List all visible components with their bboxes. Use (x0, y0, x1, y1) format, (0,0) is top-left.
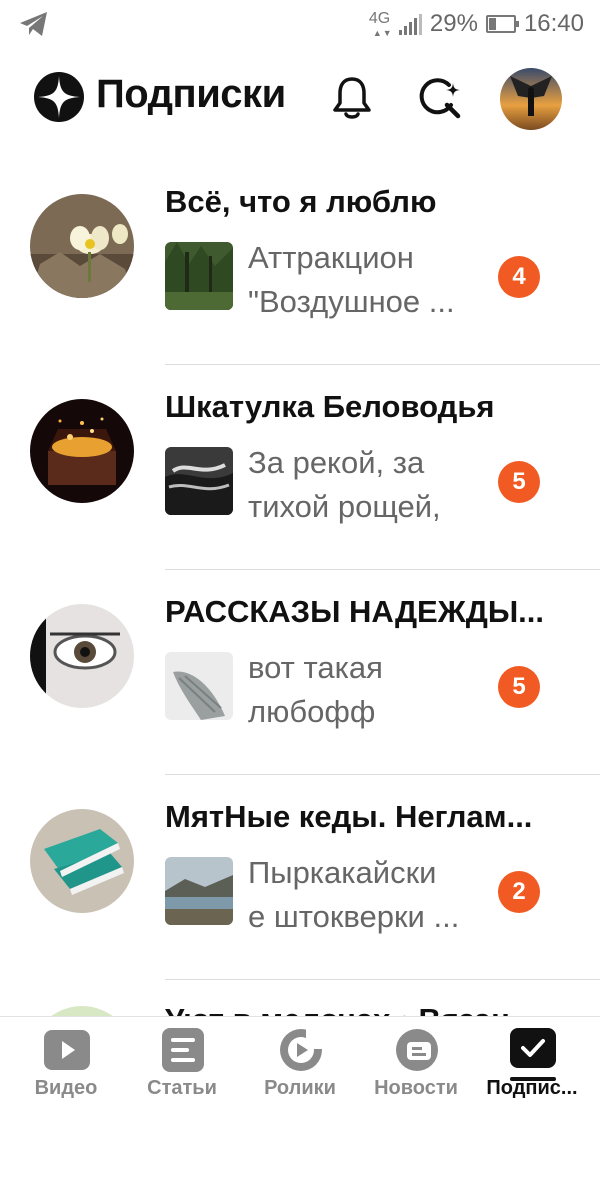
nav-item-articles[interactable]: Статьи (122, 1017, 242, 1127)
nav-label: Новости (374, 1077, 458, 1099)
post-thumbnail (165, 242, 233, 310)
bottom-navigation: Видео Статьи Ролики Новости Подпис... (0, 1016, 600, 1200)
articles-icon (162, 1028, 204, 1072)
subscriptions-icon (510, 1028, 556, 1068)
post-preview: За рекой, за тихой рощей, (248, 441, 478, 529)
battery-icon (485, 15, 519, 33)
channel-title: МятНые кеды. Неглам... (165, 799, 533, 834)
unread-count-badge: 5 (498, 461, 540, 503)
page-title: Подписки (96, 72, 286, 116)
user-avatar[interactable] (500, 68, 562, 130)
channel-item-partial[interactable]: Уют в мелочах • Вязан (0, 980, 600, 1020)
clock: 16:40 (523, 10, 584, 37)
video-icon (44, 1030, 90, 1070)
active-tab-indicator (510, 1077, 556, 1081)
search-sparkle-icon (419, 78, 461, 119)
nav-item-shorts[interactable]: Ролики (240, 1017, 360, 1127)
nav-label: Видео (34, 1077, 98, 1099)
nav-label: Статьи (147, 1077, 217, 1099)
telegram-icon (20, 12, 47, 36)
channel-title: Всё, что я люблю (165, 184, 437, 219)
notifications-button[interactable] (326, 72, 378, 124)
channel-avatar (30, 809, 134, 913)
channel-item[interactable]: МятНые кеды. Неглам... Пыркакайски е што… (0, 775, 600, 980)
nav-label: Ролики (264, 1077, 336, 1099)
channel-avatar (30, 399, 134, 503)
battery-percent: 29% (429, 10, 478, 37)
zen-logo-icon[interactable] (34, 72, 84, 122)
post-preview: вот такая любофф (248, 646, 478, 734)
shorts-icon (280, 1029, 326, 1071)
post-thumbnail (165, 652, 233, 720)
preview-line: е штокверки ... (248, 899, 460, 934)
channel-title: Шкатулка Беловодья (165, 389, 495, 424)
channel-item[interactable]: РАССКАЗЫ НАДЕЖДЫ... вот такая любофф 5 (0, 570, 600, 775)
channel-item[interactable]: Шкатулка Беловодья За рекой, за тихой ро… (0, 365, 600, 570)
unread-count-badge: 5 (498, 666, 540, 708)
preview-line: "Воздушное ... (248, 284, 455, 319)
unread-count-badge: 2 (498, 871, 540, 913)
news-icon (396, 1029, 438, 1071)
nav-item-video[interactable]: Видео (6, 1017, 126, 1127)
network-arrows-icon: ▲▼ (372, 28, 393, 38)
preview-line: вот такая (248, 650, 383, 685)
network-type: 4G (368, 10, 391, 27)
preview-line: За рекой, за (248, 445, 425, 480)
preview-line: Аттракцион (248, 240, 414, 275)
search-button[interactable] (414, 72, 466, 124)
channel-item[interactable]: Всё, что я люблю Аттракцион "Воздушное .… (0, 160, 600, 365)
network-indicator: 4G ▲▼ (368, 10, 393, 38)
nav-item-news[interactable]: Новости (356, 1017, 476, 1127)
post-preview: Аттракцион "Воздушное ... (248, 236, 478, 324)
channel-avatar (30, 194, 134, 298)
subscriptions-list: Всё, что я люблю Аттракцион "Воздушное .… (0, 160, 600, 980)
preview-line: Пыркакайски (248, 855, 437, 890)
signal-icon (398, 13, 422, 35)
unread-count-badge: 4 (498, 256, 540, 298)
post-thumbnail (165, 857, 233, 925)
status-indicators: 4G ▲▼ 29% 16:40 (369, 8, 584, 40)
preview-line: тихой рощей, (248, 489, 441, 524)
app-header: Подписки (0, 60, 600, 136)
bell-icon (333, 77, 371, 119)
channel-avatar (30, 604, 134, 708)
post-preview: Пыркакайски е штокверки ... (248, 851, 478, 939)
nav-item-subscriptions[interactable]: Подпис... (472, 1017, 592, 1127)
channel-title: РАССКАЗЫ НАДЕЖДЫ... (165, 594, 545, 629)
status-bar: 4G ▲▼ 29% 16:40 (0, 0, 600, 48)
preview-line: любофф (248, 694, 376, 729)
post-thumbnail (165, 447, 233, 515)
